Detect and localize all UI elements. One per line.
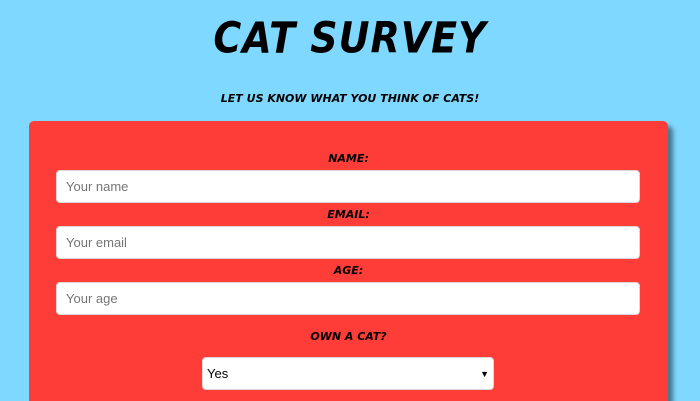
name-input[interactable] (56, 170, 640, 203)
survey-page: CAT SURVEY LET US KNOW WHAT YOU THINK OF… (0, 0, 700, 401)
email-input[interactable] (56, 226, 640, 259)
age-input[interactable] (56, 282, 640, 315)
email-label: EMAIL: (327, 208, 370, 221)
survey-form: NAME: EMAIL: AGE: OWN A CAT? Yes ▼ (29, 121, 668, 401)
own-cat-selected-value: Yes (207, 366, 229, 381)
page-subtitle: LET US KNOW WHAT YOU THINK OF CATS! (220, 92, 480, 105)
page-title: CAT SURVEY (213, 13, 487, 63)
own-cat-label: OWN A CAT? (310, 330, 387, 343)
name-label: NAME: (328, 152, 369, 165)
age-label: AGE: (333, 264, 364, 277)
own-cat-select[interactable]: Yes ▼ (202, 357, 494, 390)
dropdown-arrow-icon: ▼ (480, 368, 489, 379)
